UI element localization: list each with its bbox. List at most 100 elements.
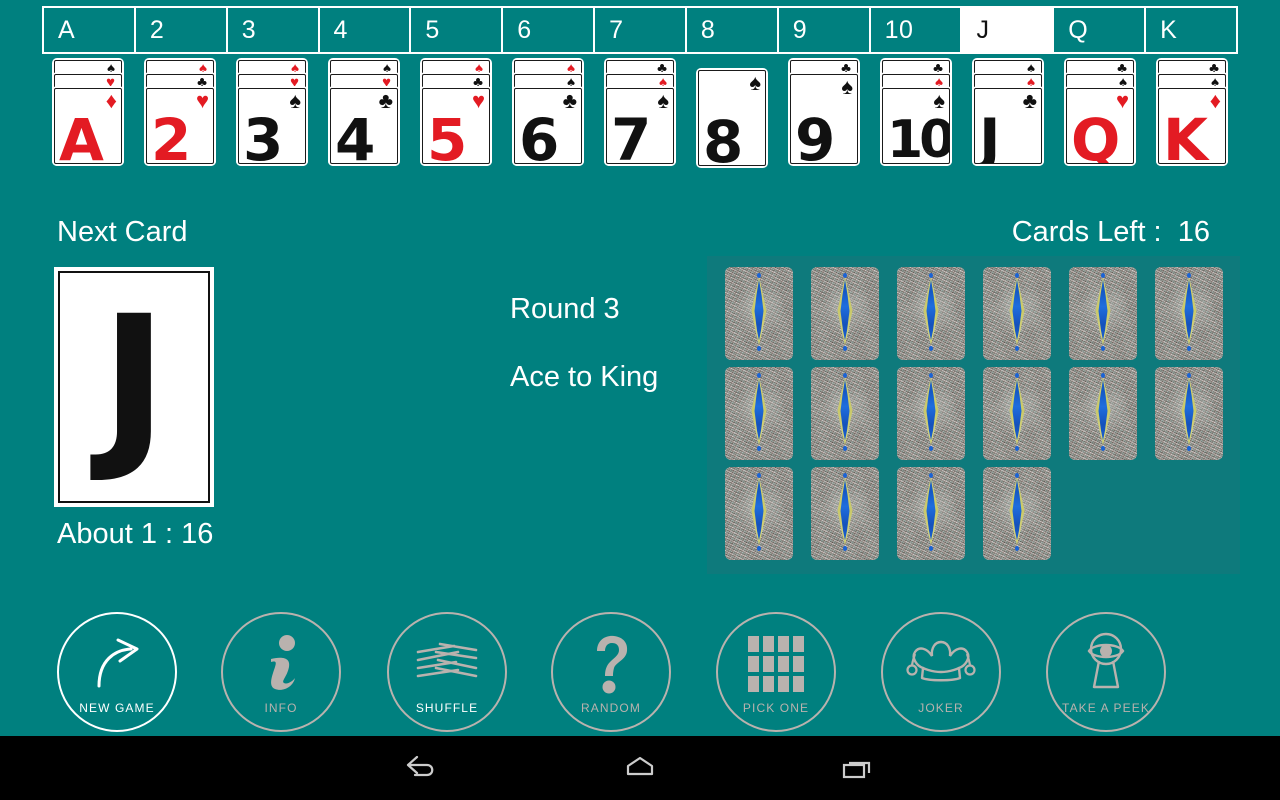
tab-label: 8: [700, 15, 716, 44]
card-inner: ♦ A: [54, 88, 122, 164]
tab-9[interactable]: 9: [779, 8, 871, 52]
pile-top-card[interactable]: ♣ J: [972, 86, 1044, 166]
deck-card-back[interactable]: [1155, 267, 1223, 360]
tab-7[interactable]: 7: [595, 8, 687, 52]
pile-6[interactable]: ♠ ♠ ♣ 6: [502, 58, 594, 180]
deck-card-back[interactable]: [897, 367, 965, 460]
back-arrow-glyph: [406, 755, 434, 777]
feather-tip-top-icon: [757, 272, 761, 278]
pile-2[interactable]: ♠ ♣ ♥ 2: [134, 58, 226, 180]
tab-6[interactable]: 6: [503, 8, 596, 52]
pile-top-card[interactable]: ♣ 4: [328, 86, 400, 166]
deck-card-back[interactable]: [897, 467, 965, 560]
tab-j[interactable]: J: [962, 8, 1055, 52]
info-glyph: [271, 635, 295, 690]
back-icon[interactable]: [368, 736, 478, 800]
pile-top-card[interactable]: ♥ 2: [144, 86, 216, 166]
spade-suit-icon: ♠: [749, 70, 761, 95]
tab-10[interactable]: 10: [871, 8, 963, 52]
pile-k[interactable]: ♣ ♠ ♦ K: [1146, 58, 1238, 180]
take-a-peek-button[interactable]: TAKE A PEEK: [1046, 612, 1166, 732]
curved-arrow-icon: [59, 630, 175, 698]
tab-k[interactable]: K: [1146, 8, 1236, 52]
new-game-label: NEW GAME: [79, 701, 155, 715]
deck-card-back[interactable]: [1069, 267, 1137, 360]
deck-card-back[interactable]: [725, 467, 793, 560]
feather-tip-top-icon: [1015, 372, 1019, 378]
pile-top-card[interactable]: ♥ Q: [1064, 86, 1136, 166]
pile-a[interactable]: ♠ ♥ ♦ A: [42, 58, 134, 180]
feather-tip-bottom-icon: [757, 345, 761, 351]
tab-q[interactable]: Q: [1054, 8, 1147, 52]
pile-top-card[interactable]: ♦ A: [52, 86, 124, 166]
random-button[interactable]: RANDOM: [551, 612, 671, 732]
pile-10[interactable]: ♣ ♠ ♠ 10: [870, 58, 962, 180]
home-icon[interactable]: [585, 736, 695, 800]
grid-cell: [748, 656, 759, 672]
deck-card-back[interactable]: [1069, 367, 1137, 460]
pile-top-card[interactable]: ♠ 10: [880, 86, 952, 166]
deck-card-back[interactable]: [983, 267, 1051, 360]
pick-one-button[interactable]: PICK ONE: [716, 612, 836, 732]
info-button[interactable]: INFO: [221, 612, 341, 732]
recents-icon[interactable]: [802, 736, 912, 800]
tab-label: Q: [1068, 15, 1089, 44]
tab-label: 5: [425, 15, 440, 44]
pile-top-card[interactable]: ♠ 8: [696, 68, 768, 168]
tab-label: 2: [149, 15, 165, 44]
pile-top-card[interactable]: ♠ 7: [604, 86, 676, 166]
deck-card-back[interactable]: [1155, 367, 1223, 460]
deck-card-back[interactable]: [811, 467, 879, 560]
pile-4[interactable]: ♠ ♥ ♣ 4: [318, 58, 410, 180]
tab-a[interactable]: A: [44, 8, 136, 52]
next-card[interactable]: J: [54, 267, 214, 507]
pile-8[interactable]: ♠ 8: [686, 58, 778, 180]
pile-top-card[interactable]: ♠ 3: [236, 86, 308, 166]
new-game-button[interactable]: NEW GAME: [57, 612, 177, 732]
tab-3[interactable]: 3: [228, 8, 320, 52]
deck-card-back[interactable]: [897, 267, 965, 360]
pile-7[interactable]: ♣ ♠ ♠ 7: [594, 58, 686, 180]
tab-label: 9: [792, 15, 808, 44]
feather-tip-top-icon: [1101, 372, 1105, 378]
pile-3[interactable]: ♠ ♥ ♠ 3: [226, 58, 318, 180]
deck-card-back[interactable]: [725, 367, 793, 460]
tab-5[interactable]: 5: [411, 8, 504, 52]
deck-card-back[interactable]: [811, 267, 879, 360]
deck-panel[interactable]: [707, 256, 1240, 574]
card-rank: 4: [335, 106, 376, 164]
pile-q[interactable]: ♣ ♠ ♥ Q: [1054, 58, 1146, 180]
pile-top-card[interactable]: ♣ 6: [512, 86, 584, 166]
rank-pile-row: ♠ ♥ ♦ A ♠ ♣ ♥ 2 ♠ ♥ ♠ 3 ♠ ♥ ♣ 4 ♠ ♣ ♥ 5 ♠ ♠ ♣ 6 ♣ ♠ ♠ 7 ♠ 8 ♣ ♠ 9 ♣ ♠ ♠ 10 ♠ ♠…: [42, 58, 1238, 180]
club-suit-icon: ♣: [378, 88, 393, 113]
shuffle-glyph: [416, 642, 478, 678]
deck-card-back[interactable]: [983, 467, 1051, 560]
grid-cell: [793, 636, 804, 652]
tab-4[interactable]: 4: [320, 8, 412, 52]
pile-top-card[interactable]: ♦ K: [1156, 86, 1228, 166]
card-rank: A: [59, 106, 104, 164]
card-inner: ♥ 2: [146, 88, 214, 164]
deck-card-back[interactable]: [983, 367, 1051, 460]
next-card-rank: J: [100, 278, 168, 487]
joker-button[interactable]: JOKER: [881, 612, 1001, 732]
card-rank: K: [1163, 106, 1208, 164]
keyhole-eye-icon: [1048, 630, 1164, 698]
card-rank: 8: [703, 108, 744, 166]
tab-2[interactable]: 2: [136, 8, 228, 52]
deck-card-back[interactable]: [811, 367, 879, 460]
feather-tip-top-icon: [843, 272, 847, 278]
deck-card-back[interactable]: [725, 267, 793, 360]
pile-top-card[interactable]: ♠ 9: [788, 72, 860, 166]
pile-top-card[interactable]: ♥ 5: [420, 86, 492, 166]
grid-cell: [793, 656, 804, 672]
shuffle-button[interactable]: SHUFFLE: [387, 612, 507, 732]
pile-9[interactable]: ♣ ♠ 9: [778, 58, 870, 180]
grid-glyph: [748, 636, 804, 692]
pile-5[interactable]: ♠ ♣ ♥ 5: [410, 58, 502, 180]
card-inner: ♠ 10: [882, 88, 950, 164]
curved-arrow-glyph: [97, 638, 139, 688]
pile-j[interactable]: ♠ ♠ ♣ J: [962, 58, 1054, 180]
feather-tip-top-icon: [1015, 272, 1019, 278]
tab-8[interactable]: 8: [687, 8, 779, 52]
